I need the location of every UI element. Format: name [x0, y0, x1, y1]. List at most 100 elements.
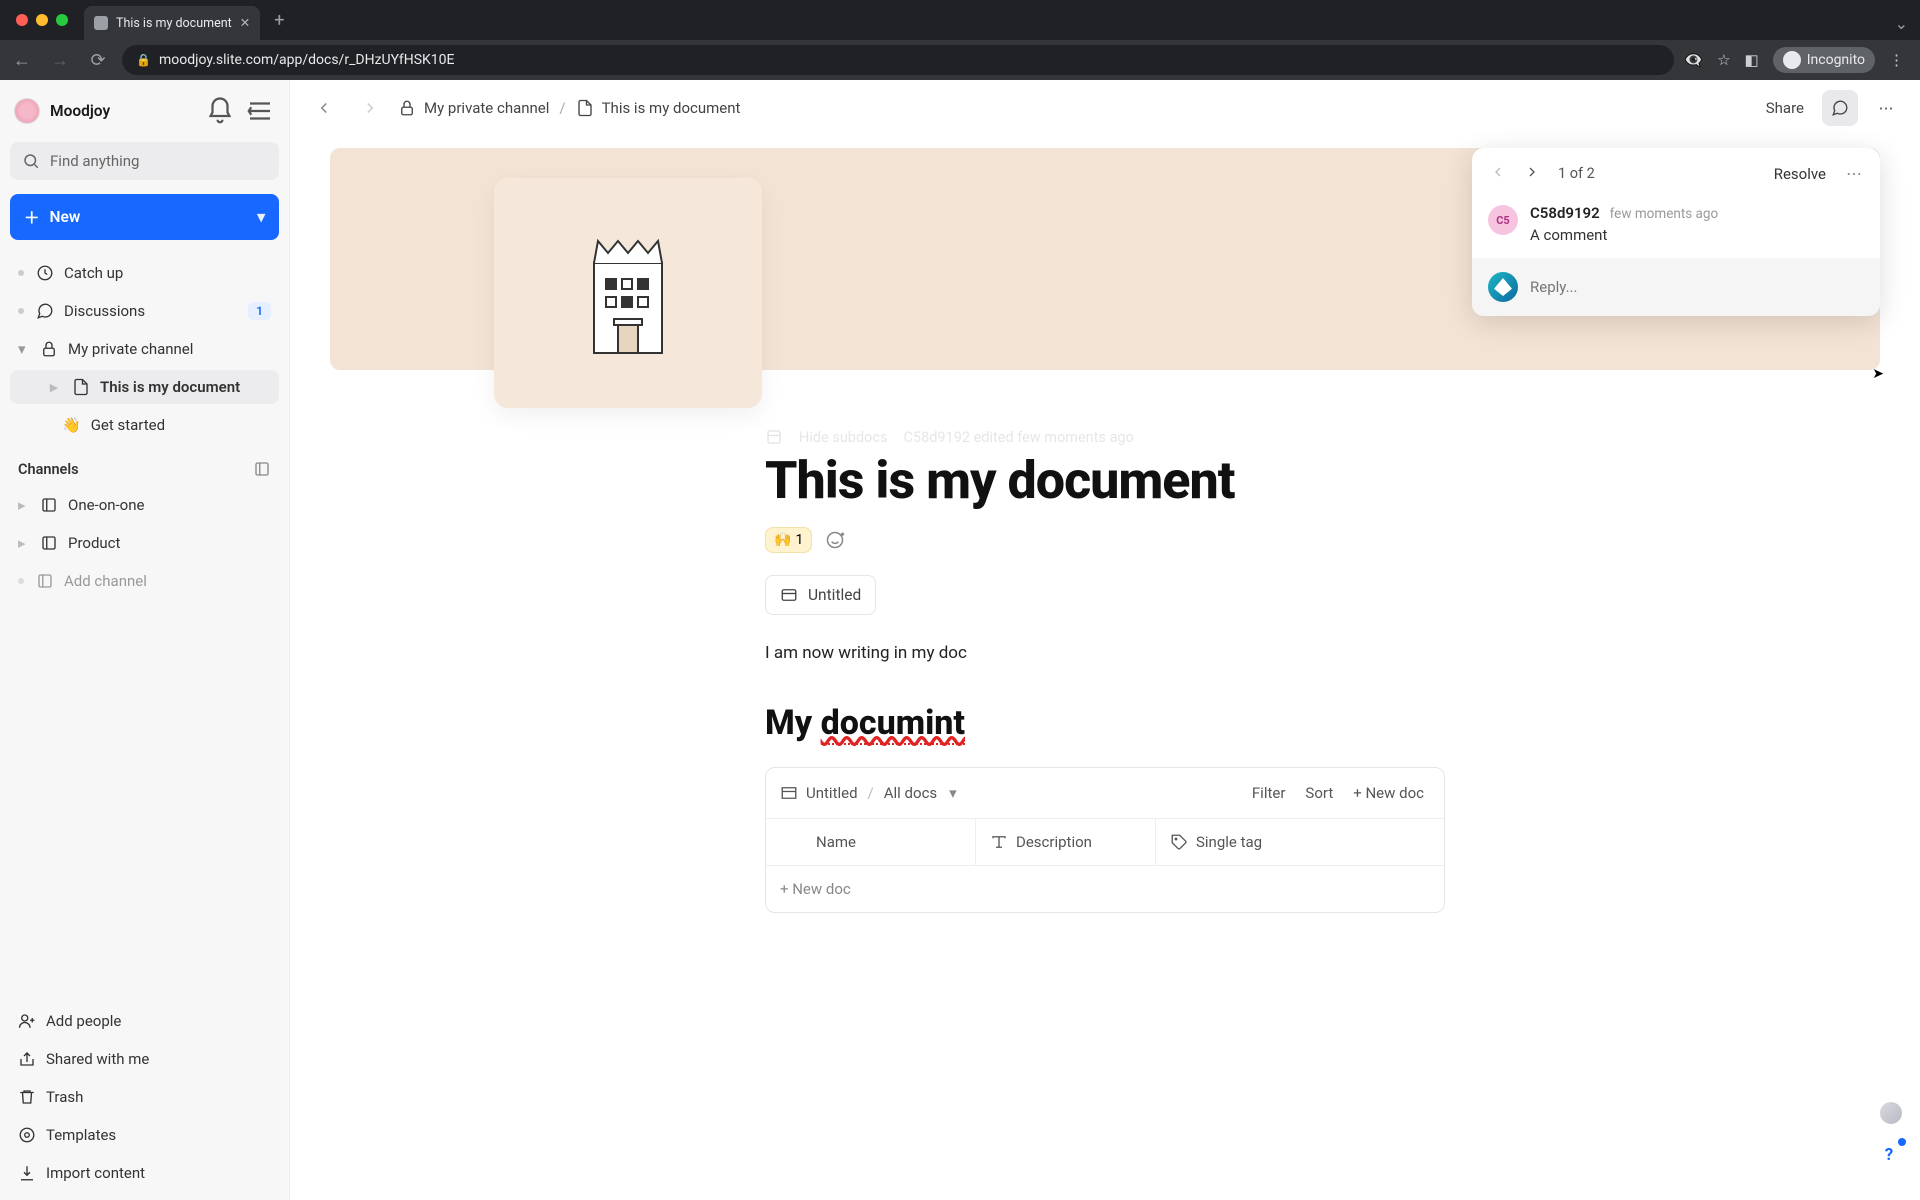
- sidebar-item-label: Add channel: [64, 572, 147, 590]
- close-window-dot[interactable]: [16, 14, 28, 26]
- nav-back-button[interactable]: [306, 90, 342, 126]
- new-doc-label: New doc: [1365, 784, 1424, 802]
- sidebar-item-add-channel[interactable]: Add channel: [10, 564, 279, 598]
- browser-menu-icon[interactable]: ⋮: [1889, 51, 1904, 69]
- column-label: Single tag: [1196, 833, 1262, 851]
- hide-subdocs-button[interactable]: Hide subdocs: [799, 429, 887, 446]
- maximize-window-dot[interactable]: [56, 14, 68, 26]
- comment-author: C58d9192: [1530, 204, 1600, 222]
- database-sort-button[interactable]: Sort: [1299, 780, 1339, 806]
- tracking-off-icon[interactable]: 👁‍🗨: [1684, 51, 1703, 69]
- lock-icon: [40, 340, 58, 358]
- database-breadcrumb-untitled[interactable]: Untitled: [806, 784, 858, 802]
- bullet-icon: [18, 308, 24, 314]
- reaction-emoji: 🙌: [774, 532, 791, 548]
- incognito-badge[interactable]: Incognito: [1773, 47, 1875, 73]
- tabs-expand-icon[interactable]: ⌄: [1895, 14, 1908, 33]
- subdoc-card[interactable]: Untitled: [765, 575, 876, 615]
- comment-more-button[interactable]: ⋯: [1842, 160, 1866, 187]
- share-button[interactable]: Share: [1758, 93, 1812, 123]
- database-new-doc-button[interactable]: + New doc: [1347, 780, 1430, 806]
- bullet-icon: [18, 578, 24, 584]
- sidebar-item-label: Catch up: [64, 264, 123, 282]
- database-filter-button[interactable]: Filter: [1246, 780, 1292, 806]
- database-view-all-docs[interactable]: All docs: [884, 784, 937, 802]
- chevron-down-icon[interactable]: ▾: [949, 784, 957, 802]
- document-title[interactable]: This is my document: [765, 450, 1445, 511]
- comments-toggle-button[interactable]: [1822, 90, 1858, 126]
- cursor-icon: ➤: [1872, 366, 1884, 382]
- sidebar-item-get-started[interactable]: 👋 Get started: [10, 408, 279, 442]
- wave-emoji-icon: 👋: [62, 416, 81, 434]
- bullet-icon: [18, 270, 24, 276]
- more-menu-button[interactable]: ⋯: [1868, 90, 1904, 126]
- minimize-window-dot[interactable]: [36, 14, 48, 26]
- subdoc-label: Untitled: [808, 586, 861, 604]
- sidebar-item-my-channel[interactable]: ▾ My private channel: [10, 332, 279, 366]
- url-bar[interactable]: 🔒 moodjoy.slite.com/app/docs/r_DHzUYfHSK…: [122, 45, 1674, 75]
- column-header-tag[interactable]: Single tag: [1156, 819, 1444, 865]
- comment-prev-button: [1486, 162, 1510, 186]
- subdoc-icon: [780, 586, 798, 604]
- sidebar-item-one-on-one[interactable]: ▸ One-on-one: [10, 488, 279, 522]
- add-reaction-button[interactable]: [822, 527, 848, 553]
- browser-tab[interactable]: This is my document ✕: [84, 6, 260, 40]
- nav-reload-icon[interactable]: ⟳: [84, 50, 112, 71]
- sidebar-item-trash[interactable]: Trash: [10, 1080, 279, 1114]
- sidebar-item-catch-up[interactable]: Catch up: [10, 256, 279, 290]
- column-header-name[interactable]: Name: [766, 819, 976, 865]
- expand-icon[interactable]: ▾: [18, 340, 30, 358]
- sidebar-item-this-document[interactable]: ▸ This is my document: [10, 370, 279, 404]
- sidebar-item-discussions[interactable]: Discussions 1: [10, 294, 279, 328]
- document-heading-2[interactable]: My documint: [765, 703, 1445, 743]
- sidebar-item-label: Shared with me: [46, 1050, 149, 1068]
- expand-icon[interactable]: ▸: [18, 496, 30, 514]
- resolve-button[interactable]: Resolve: [1768, 161, 1832, 187]
- sidebar-item-templates[interactable]: Templates: [10, 1118, 279, 1152]
- collapse-sidebar-icon[interactable]: [245, 96, 275, 126]
- reaction-count: 1: [795, 532, 803, 548]
- add-channel-header-icon[interactable]: [253, 460, 271, 478]
- database-new-row[interactable]: + New doc: [766, 865, 1444, 912]
- notifications-icon[interactable]: [205, 96, 235, 126]
- close-tab-icon[interactable]: ✕: [240, 15, 250, 31]
- search-input[interactable]: Find anything: [10, 142, 279, 180]
- comment-time: few moments ago: [1610, 206, 1719, 222]
- database-block: Untitled / All docs ▾ Filter Sort + New …: [765, 767, 1445, 913]
- presence-avatar[interactable]: [1880, 1102, 1902, 1124]
- workspace-logo[interactable]: [14, 98, 40, 124]
- lock-icon: [398, 99, 416, 117]
- incognito-label: Incognito: [1807, 52, 1865, 68]
- sidebar-item-product[interactable]: ▸ Product: [10, 526, 279, 560]
- chevron-down-icon[interactable]: ▾: [257, 208, 265, 226]
- comment-next-button[interactable]: [1520, 162, 1544, 186]
- nav-back-icon[interactable]: ←: [8, 50, 36, 71]
- breadcrumb-channel[interactable]: My private channel: [424, 99, 549, 117]
- subdocs-icon: [765, 428, 783, 446]
- column-header-description[interactable]: Description: [976, 819, 1156, 865]
- clock-icon: [36, 264, 54, 282]
- sidebar-item-label: Trash: [46, 1088, 83, 1106]
- sidebar-item-shared[interactable]: Shared with me: [10, 1042, 279, 1076]
- expand-icon[interactable]: ▸: [18, 534, 30, 552]
- reaction-pill[interactable]: 🙌 1: [765, 527, 812, 553]
- breadcrumb-doc[interactable]: This is my document: [602, 99, 741, 117]
- reply-input[interactable]: [1530, 278, 1864, 296]
- sidebar-item-add-people[interactable]: Add people: [10, 1004, 279, 1038]
- extensions-icon[interactable]: ◧: [1745, 51, 1759, 69]
- new-tab-button[interactable]: +: [268, 10, 290, 31]
- new-button[interactable]: ＋ New ▾: [10, 194, 279, 240]
- sidebar-item-label: Templates: [46, 1126, 116, 1144]
- document-paragraph[interactable]: I am now writing in my doc: [765, 643, 1445, 663]
- incognito-icon: [1783, 51, 1801, 69]
- plus-icon: ＋: [24, 206, 40, 228]
- comment-avatar: C5: [1488, 205, 1518, 235]
- tag-icon: [1170, 833, 1188, 851]
- sidebar-item-import[interactable]: Import content: [10, 1156, 279, 1190]
- workspace-name[interactable]: Moodjoy: [50, 102, 195, 120]
- window-controls[interactable]: [8, 14, 76, 26]
- help-button[interactable]: ?: [1874, 1140, 1904, 1170]
- bookmark-star-icon[interactable]: ☆: [1717, 51, 1730, 69]
- sidebar-item-label: Discussions: [64, 302, 145, 320]
- expand-icon[interactable]: ▸: [50, 378, 62, 396]
